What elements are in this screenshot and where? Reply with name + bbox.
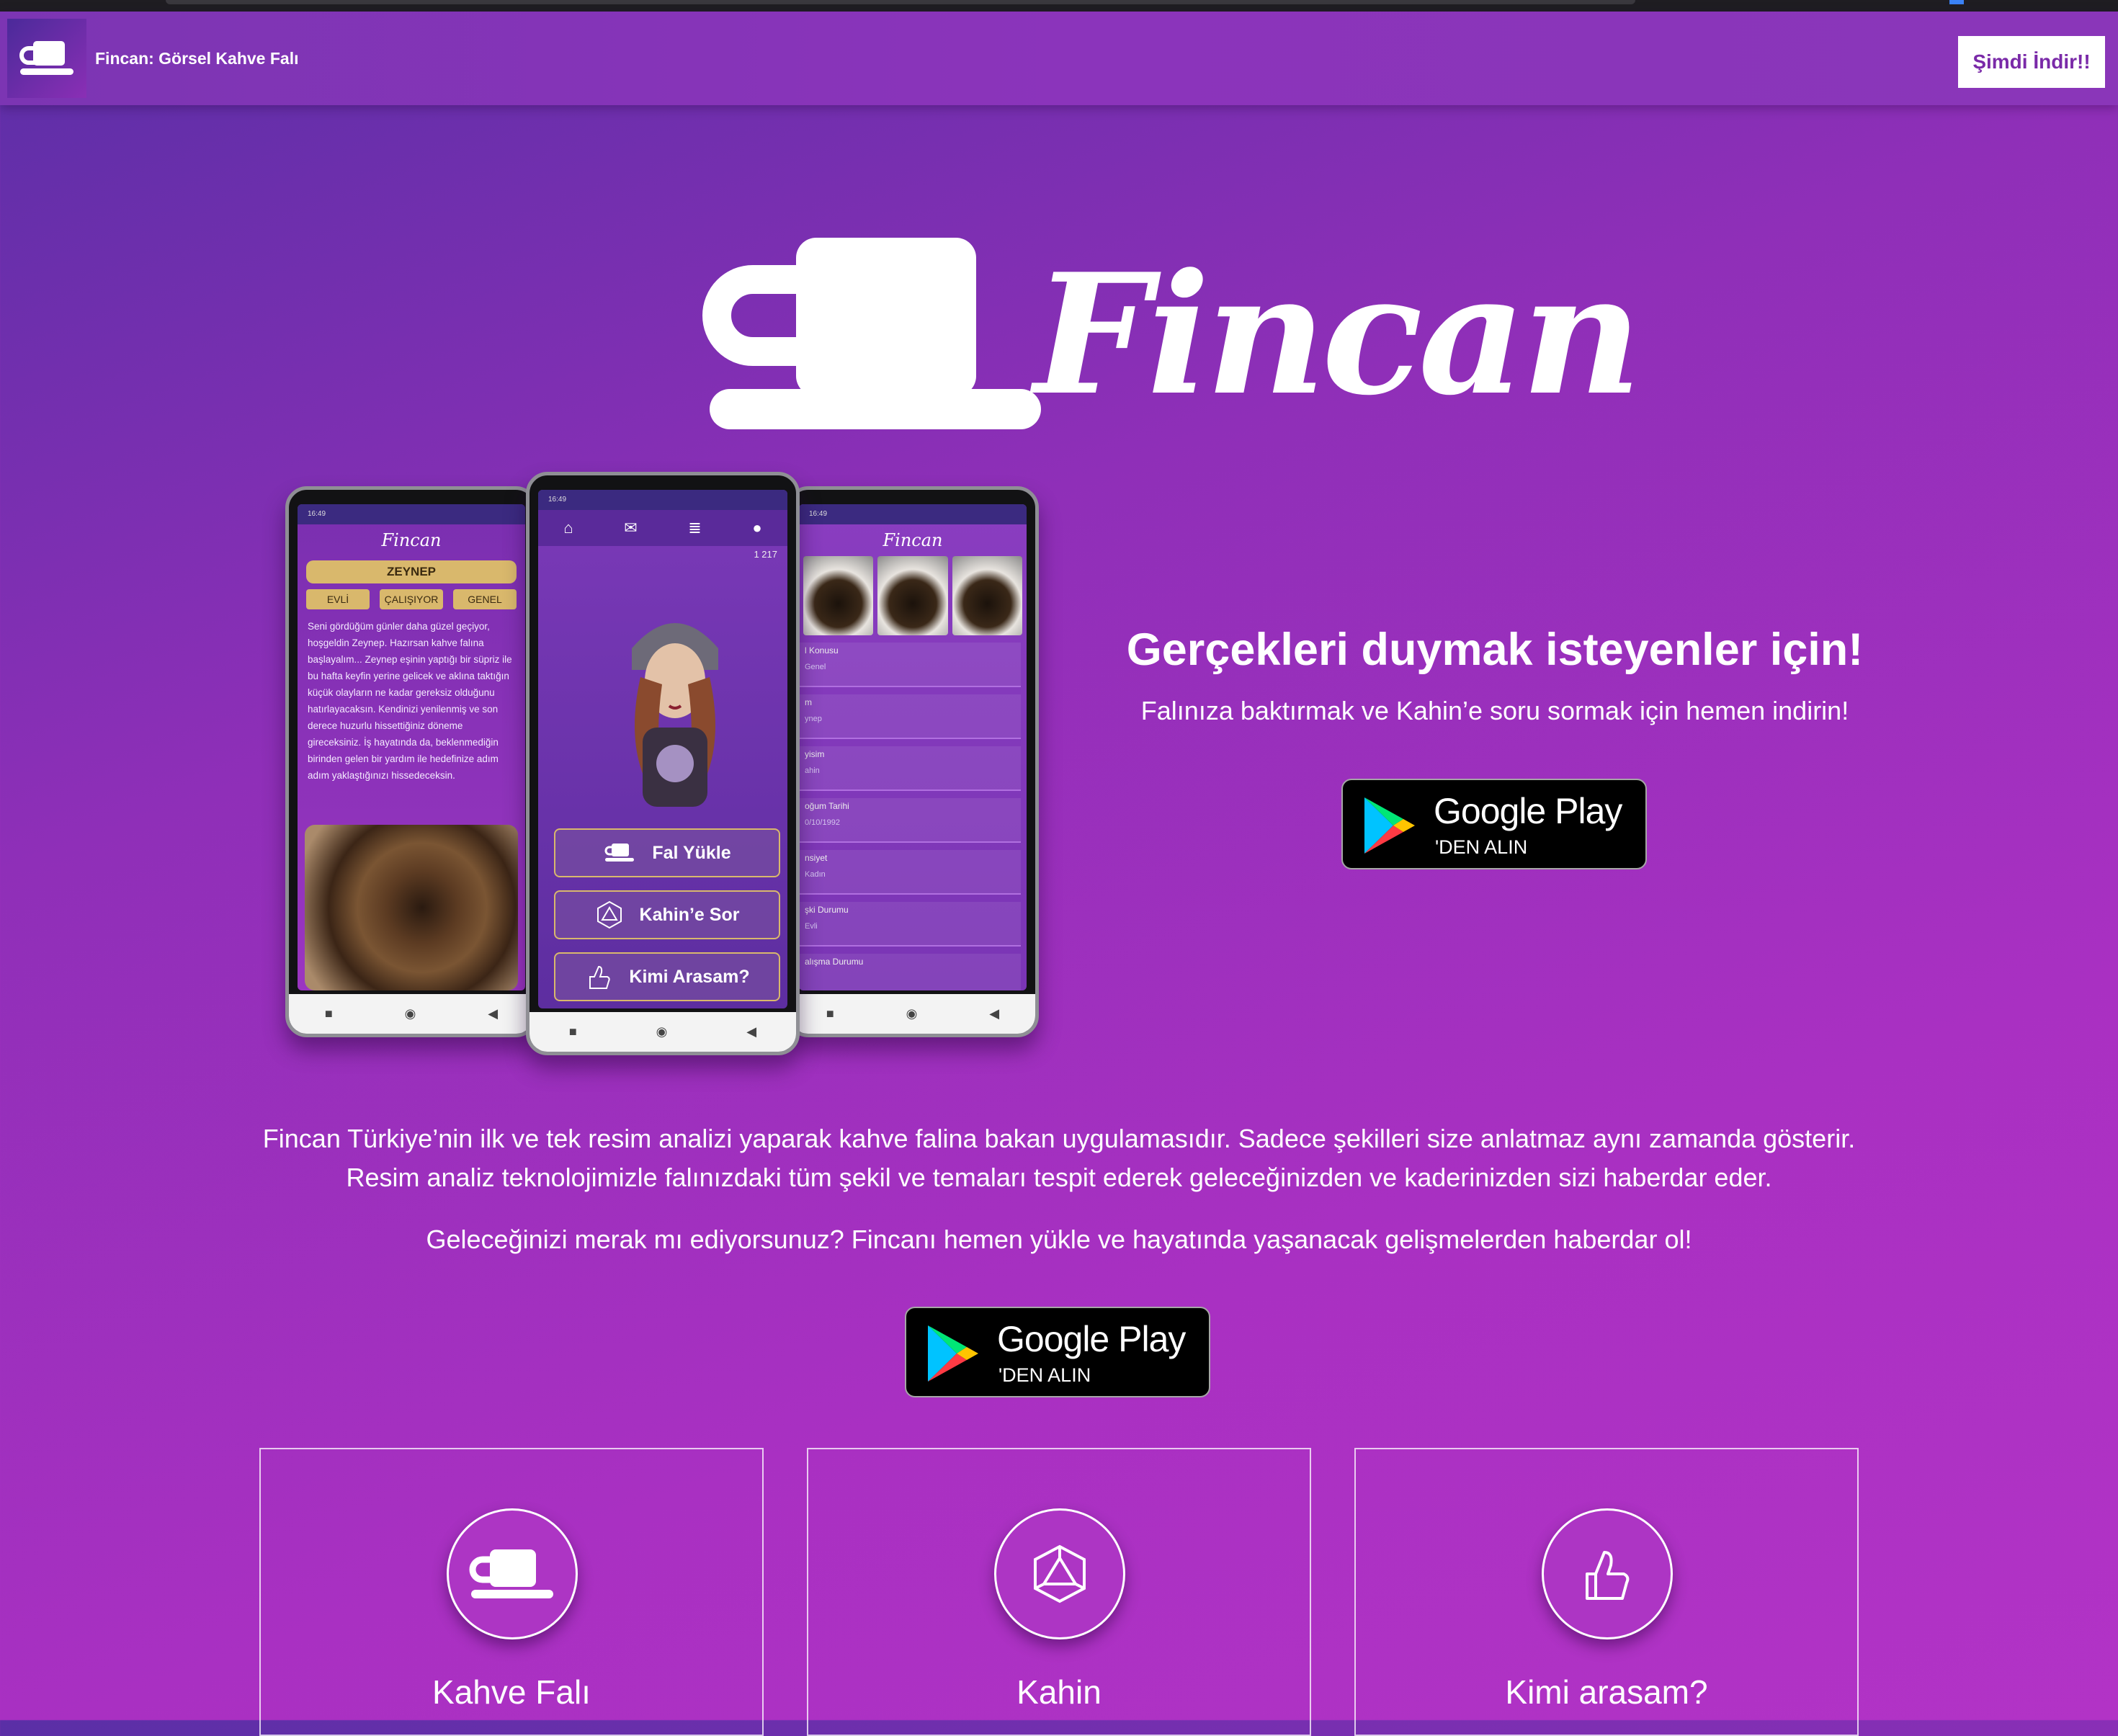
navbar: Fincan: Görsel Kahve Falı Şimdi İndir!! bbox=[0, 12, 2118, 105]
nav-logo[interactable] bbox=[7, 19, 86, 98]
browser-top-strip bbox=[0, 0, 2118, 12]
form-field: alışma Durumu bbox=[799, 954, 1021, 990]
icosahedron-icon bbox=[596, 900, 622, 929]
form-field: l Konusu Genel bbox=[799, 643, 1021, 687]
brand-wordmark: Fincan bbox=[1034, 238, 1642, 432]
profile-icon[interactable]: ● bbox=[752, 519, 761, 537]
ask-oracle-label: Kahin’e Sor bbox=[639, 904, 740, 925]
form-field: nsiyet Kadın bbox=[799, 850, 1021, 895]
coins-icon[interactable]: ≣ bbox=[688, 519, 701, 537]
icosahedron-icon bbox=[1034, 1544, 1086, 1603]
cup-icon bbox=[19, 41, 73, 75]
description-line-1: Fincan Türkiye’nin ilk ve tek resim anal… bbox=[262, 1124, 1856, 1153]
chip-marital: EVLİ bbox=[306, 589, 370, 609]
nav-title[interactable]: Fincan: Görsel Kahve Falı bbox=[95, 49, 298, 68]
description-line-3: Geleceğinizi merak mı ediyorsunuz? Finca… bbox=[426, 1225, 1692, 1254]
feature-icon-circle bbox=[1542, 1508, 1673, 1639]
feature-icon-circle bbox=[994, 1508, 1125, 1639]
phone-nav-bar: ■ ◉ ◀ bbox=[790, 994, 1035, 1034]
form-field: yisim ahin bbox=[799, 746, 1021, 791]
mail-icon[interactable]: ✉ bbox=[624, 519, 637, 537]
form-field: şki Durumu Evli bbox=[799, 902, 1021, 947]
coffee-cup-icon bbox=[469, 1549, 553, 1598]
who-to-call-label: Kimi Arasam? bbox=[629, 966, 750, 987]
app-tabs: ⌂ ✉ ≣ ● bbox=[538, 510, 787, 546]
browser-indicator bbox=[1949, 0, 1964, 4]
cup-photos bbox=[799, 556, 1027, 635]
download-now-button[interactable]: Şimdi İndir!! bbox=[1958, 36, 2105, 88]
feature-card-who-to-call[interactable]: Kimi arasam? bbox=[1354, 1448, 1859, 1736]
google-play-icon bbox=[928, 1325, 978, 1382]
user-name-pill: ZEYNEP bbox=[306, 560, 517, 583]
feature-icon-circle bbox=[447, 1508, 578, 1639]
badge-sub-text: 'DEN ALIN bbox=[1435, 836, 1528, 858]
ask-oracle-button[interactable]: Kahin’e Sor bbox=[554, 890, 780, 939]
form-field: oğum Tarihi 0/10/1992 bbox=[799, 798, 1021, 843]
cup-photo bbox=[952, 556, 1022, 635]
feature-title: Kahve Falı bbox=[432, 1673, 591, 1711]
phone-left-screen: 16:49 Fincan ZEYNEP EVLİ ÇALIŞIYOR GENEL… bbox=[298, 504, 525, 990]
app-logo: Fincan bbox=[381, 530, 442, 550]
hero-subheading: Falınıza baktırmak ve Kahin’e soru sorma… bbox=[1140, 696, 1849, 725]
status-bar: 16:49 bbox=[298, 504, 525, 524]
description-line-2: Resim analiz teknolojimizle falınızdaki … bbox=[346, 1163, 1772, 1192]
feature-title: Kimi arasam? bbox=[1505, 1673, 1708, 1711]
badge-main-text: Google Play bbox=[997, 1319, 1186, 1359]
form-field: m ynep bbox=[799, 694, 1021, 739]
fortune-text: Seni gördüğüm günler daha güzel geçiyor,… bbox=[308, 621, 512, 781]
google-play-icon bbox=[1364, 797, 1415, 854]
feature-title: Kahin bbox=[1016, 1673, 1102, 1711]
feature-card-oracle[interactable]: Kahin bbox=[807, 1448, 1311, 1736]
phone-right: 16:49 Fincan l Konusu Genel m ynep yisim ah… bbox=[787, 486, 1039, 1037]
badge-main-text: Google Play bbox=[1434, 791, 1622, 831]
chip-topic: GENEL bbox=[453, 589, 517, 609]
phone-nav-bar: ■ ◉ ◀ bbox=[289, 994, 534, 1034]
hero-heading: Gerçekleri duymak isteyenler için! bbox=[1126, 625, 1864, 675]
upload-fortune-label: Fal Yükle bbox=[652, 842, 731, 863]
status-bar: 16:49 bbox=[538, 490, 787, 510]
google-play-badge-footer[interactable]: Google Play 'DEN ALIN bbox=[905, 1307, 1210, 1397]
coffee-grounds-image bbox=[305, 825, 518, 990]
home-icon[interactable]: ⌂ bbox=[563, 519, 573, 537]
phone-right-screen: 16:49 Fincan l Konusu Genel m ynep yisim ah… bbox=[799, 504, 1027, 990]
upload-fortune-button[interactable]: Fal Yükle bbox=[554, 828, 780, 877]
status-bar: 16:49 bbox=[799, 504, 1027, 524]
app-logo: Fincan bbox=[882, 530, 943, 550]
credit-counter: 1 217 bbox=[754, 549, 777, 560]
thumbs-up-icon bbox=[589, 965, 611, 989]
who-to-call-button[interactable]: Kimi Arasam? bbox=[554, 952, 780, 1001]
phone-center-screen: 16:49 ⌂ ✉ ≣ ● 1 217 Fal Yükle Kahin’e So… bbox=[538, 490, 787, 1008]
browser-scrollbar[interactable] bbox=[166, 0, 1635, 4]
cup-photo bbox=[803, 556, 874, 635]
thumbs-up-icon bbox=[1586, 1551, 1630, 1600]
status-chips: EVLİ ÇALIŞIYOR GENEL bbox=[306, 589, 517, 609]
phone-nav-bar: ■ ◉ ◀ bbox=[530, 1012, 796, 1052]
feature-card-coffee[interactable]: Kahve Falı bbox=[259, 1448, 764, 1736]
phone-center: 16:49 ⌂ ✉ ≣ ● 1 217 Fal Yükle Kahin’e So… bbox=[526, 472, 800, 1055]
oracle-illustration bbox=[632, 623, 718, 807]
badge-sub-text: 'DEN ALIN bbox=[998, 1364, 1091, 1386]
google-play-badge-hero[interactable]: Google Play 'DEN ALIN bbox=[1341, 779, 1647, 869]
cup-photo bbox=[877, 556, 948, 635]
phone-left: 16:49 Fincan ZEYNEP EVLİ ÇALIŞIYOR GENEL… bbox=[285, 486, 537, 1037]
chip-work: ÇALIŞIYOR bbox=[380, 589, 443, 609]
cup-icon bbox=[604, 844, 635, 862]
